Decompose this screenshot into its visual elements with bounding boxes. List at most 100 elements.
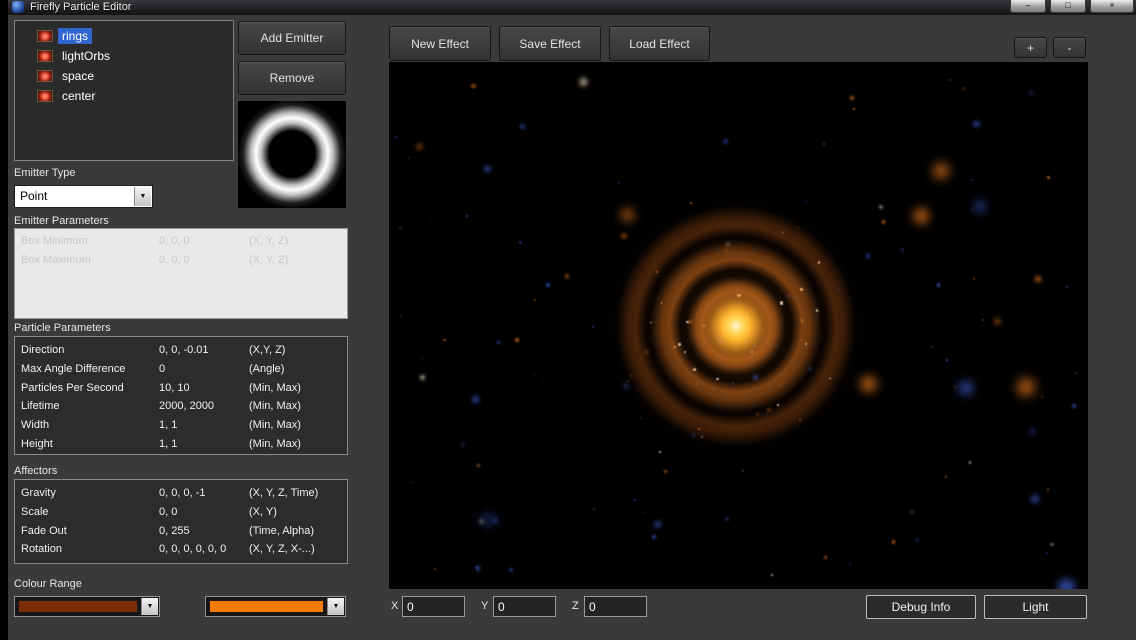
param-hint: (X,Y, Z) — [249, 341, 347, 360]
light-button[interactable]: Light — [984, 595, 1087, 619]
emitter-texture-preview — [238, 101, 346, 208]
param-row[interactable]: Particles Per Second 10, 10 (Min, Max) — [15, 379, 347, 398]
param-hint: (X, Y) — [249, 503, 347, 522]
param-name: Lifetime — [21, 397, 159, 416]
remove-emitter-button[interactable]: Remove — [238, 61, 346, 95]
param-row[interactable]: Direction 0, 0, -0.01 (X,Y, Z) — [15, 341, 347, 360]
list-item-label: lightOrbs — [58, 48, 114, 64]
z-label: Z — [572, 600, 579, 612]
param-hint: (Min, Max) — [249, 435, 347, 454]
window-controls: – □ × — [1010, 0, 1134, 13]
chevron-down-icon[interactable]: ▼ — [134, 187, 151, 206]
list-item-label: space — [58, 68, 98, 84]
param-value: 2000, 2000 — [159, 397, 249, 416]
param-hint: (Min, Max) — [249, 379, 347, 398]
emitter-icon — [37, 30, 53, 42]
param-name: Box Minimum — [21, 232, 159, 251]
close-button[interactable]: × — [1090, 0, 1134, 13]
param-value: 0, 0, 0 — [159, 232, 249, 251]
param-row[interactable]: Lifetime 2000, 2000 (Min, Max) — [15, 397, 347, 416]
y-input[interactable] — [493, 596, 556, 617]
chevron-down-icon[interactable]: ▼ — [327, 598, 344, 615]
param-hint: (Min, Max) — [249, 397, 347, 416]
param-value: 0, 0 — [159, 503, 249, 522]
param-hint: (X, Y, Z) — [249, 251, 347, 270]
particle-effect-rings — [389, 62, 1088, 589]
close-icon: × — [1109, 0, 1114, 10]
minimize-button[interactable]: – — [1010, 0, 1046, 13]
param-name: Rotation — [21, 540, 159, 559]
minimize-icon: – — [1025, 0, 1030, 10]
param-name: Particles Per Second — [21, 379, 159, 398]
param-value: 0, 0, 0, -1 — [159, 484, 249, 503]
x-input[interactable] — [402, 596, 465, 617]
y-label: Y — [481, 600, 488, 612]
emitter-icon — [37, 50, 53, 62]
param-row[interactable]: Box Minimum 0, 0, 0 (X, Y, Z) — [15, 232, 347, 251]
load-effect-button[interactable]: Load Effect — [609, 26, 710, 61]
list-item-rings[interactable]: rings — [37, 26, 233, 46]
param-hint: (X, Y, Z, Time) — [249, 484, 347, 503]
param-row[interactable]: Scale 0, 0 (X, Y) — [15, 503, 347, 522]
param-value: 0, 0, 0 — [159, 251, 249, 270]
param-row[interactable]: Gravity 0, 0, 0, -1 (X, Y, Z, Time) — [15, 484, 347, 503]
titlebar[interactable]: Firefly Particle Editor – □ × — [8, 0, 1136, 15]
emitter-parameters-table[interactable]: Box Minimum 0, 0, 0 (X, Y, Z) Box Maximu… — [14, 228, 348, 319]
param-hint: (X, Y, Z, X-...) — [249, 540, 347, 559]
colour-swatch-start — [18, 600, 138, 613]
param-value: 0, 0, -0.01 — [159, 341, 249, 360]
chevron-down-icon[interactable]: ▼ — [141, 598, 158, 615]
debug-info-button[interactable]: Debug Info — [866, 595, 976, 619]
add-emitter-button[interactable]: Add Emitter — [238, 21, 346, 55]
param-name: Scale — [21, 503, 159, 522]
param-row[interactable]: Max Angle Difference 0 (Angle) — [15, 360, 347, 379]
viewport[interactable] — [389, 62, 1088, 589]
colour-swatch-end — [209, 600, 324, 613]
window-title: Firefly Particle Editor — [30, 1, 131, 13]
emitter-list[interactable]: rings lightOrbs space center — [14, 20, 234, 161]
emitter-type-dropdown[interactable]: Point ▼ — [14, 185, 153, 208]
maximize-icon: □ — [1065, 0, 1070, 10]
param-value: 1, 1 — [159, 416, 249, 435]
save-effect-button[interactable]: Save Effect — [499, 26, 601, 61]
particle-parameters-table[interactable]: Direction 0, 0, -0.01 (X,Y, Z) Max Angle… — [14, 336, 348, 455]
param-hint: (Min, Max) — [249, 416, 347, 435]
desktop-edge — [0, 0, 8, 640]
param-value: 1, 1 — [159, 435, 249, 454]
param-hint: (Time, Alpha) — [249, 522, 347, 541]
param-row[interactable]: Rotation 0, 0, 0, 0, 0, 0 (X, Y, Z, X-..… — [15, 540, 347, 559]
param-row[interactable]: Height 1, 1 (Min, Max) — [15, 435, 347, 454]
app-icon — [12, 1, 24, 13]
zoom-in-button[interactable]: + — [1014, 37, 1047, 58]
emitter-type-value: Point — [20, 186, 47, 207]
affectors-label: Affectors — [14, 465, 57, 477]
param-name: Direction — [21, 341, 159, 360]
list-item-label: rings — [58, 28, 92, 44]
param-row[interactable]: Width 1, 1 (Min, Max) — [15, 416, 347, 435]
param-name: Fade Out — [21, 522, 159, 541]
zoom-out-button[interactable]: - — [1053, 37, 1086, 58]
new-effect-button[interactable]: New Effect — [389, 26, 491, 61]
list-item-space[interactable]: space — [37, 66, 233, 86]
param-name: Box Maximum — [21, 251, 159, 270]
emitter-type-label: Emitter Type — [14, 167, 76, 179]
param-name: Width — [21, 416, 159, 435]
param-name: Height — [21, 435, 159, 454]
colour-range-start-dropdown[interactable]: ▼ — [14, 596, 160, 617]
emitter-icon — [37, 90, 53, 102]
maximize-button[interactable]: □ — [1050, 0, 1086, 13]
list-item-lightorbs[interactable]: lightOrbs — [37, 46, 233, 66]
z-input[interactable] — [584, 596, 647, 617]
colour-range-label: Colour Range — [14, 578, 82, 590]
list-item-center[interactable]: center — [37, 86, 233, 106]
emitter-parameters-label: Emitter Parameters — [14, 215, 109, 227]
param-value: 10, 10 — [159, 379, 249, 398]
particle-parameters-label: Particle Parameters — [14, 322, 111, 334]
param-value: 0, 255 — [159, 522, 249, 541]
param-value: 0 — [159, 360, 249, 379]
param-name: Gravity — [21, 484, 159, 503]
param-row[interactable]: Box Maximum 0, 0, 0 (X, Y, Z) — [15, 251, 347, 270]
colour-range-end-dropdown[interactable]: ▼ — [205, 596, 346, 617]
param-row[interactable]: Fade Out 0, 255 (Time, Alpha) — [15, 522, 347, 541]
affectors-table[interactable]: Gravity 0, 0, 0, -1 (X, Y, Z, Time) Scal… — [14, 479, 348, 564]
